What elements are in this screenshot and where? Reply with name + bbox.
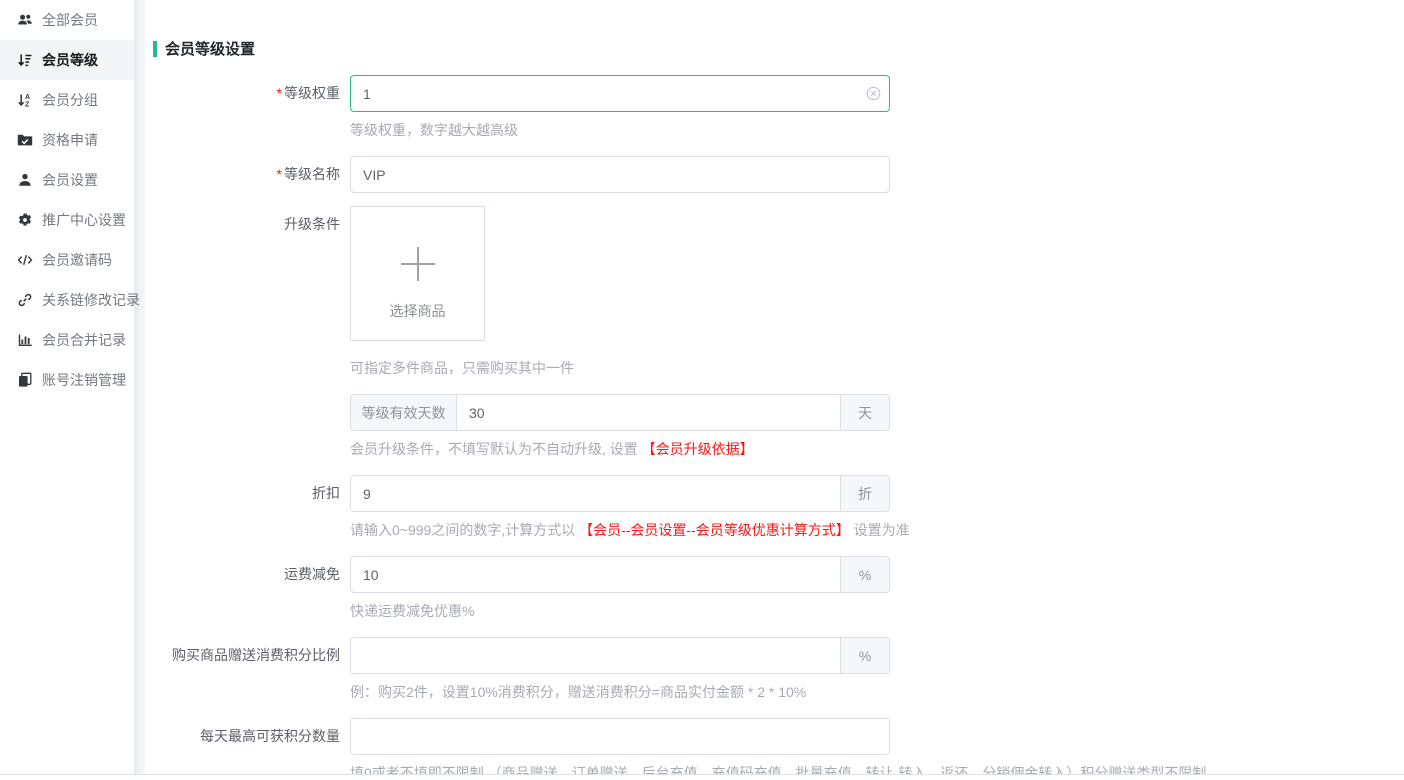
sidebar-item-member-level[interactable]: 会员等级 [0, 40, 134, 80]
valid-days-label [153, 394, 340, 458]
footer-divider [0, 774, 1404, 780]
page-title: 会员等级设置 [153, 38, 1404, 59]
discount-input[interactable] [350, 475, 841, 512]
form-item-points-ratio: 购买商品赠送消费积分比例 % 例：购买2件，设置10%消费积分，赠送消费积分=商… [153, 637, 1404, 701]
form-item-level-weight: *等级权重 等级权重，数字越大越高级 [153, 75, 1404, 139]
form-item-upgrade-condition: 升级条件 选择商品 可指定多件商品，只需购买其中一件 [153, 206, 1404, 377]
sidebar-item-qualification[interactable]: 资格申请 [0, 120, 134, 160]
level-name-input[interactable] [350, 156, 890, 193]
page-title-text: 会员等级设置 [165, 38, 255, 59]
daily-points-cap-input[interactable] [350, 718, 890, 755]
sidebar-item-label: 会员邀请码 [42, 250, 112, 270]
sidebar-item-label: 关系链修改记录 [42, 290, 140, 310]
points-ratio-help: 例：购买2件，设置10%消费积分，赠送消费积分=商品实付金额 * 2 * 10% [350, 683, 806, 701]
discount-label: 折扣 [153, 475, 340, 539]
shipping-discount-input[interactable] [350, 556, 841, 593]
valid-days-input[interactable] [456, 394, 841, 431]
code-icon [17, 252, 33, 268]
upgrade-condition-label: 升级条件 [153, 206, 340, 377]
form-item-valid-days: 等级有效天数 天 会员升级条件，不填写默认为不自动升级, 设置 【会员升级依据】 [153, 394, 1404, 458]
sidebar-item-label: 账号注销管理 [42, 370, 126, 390]
sidebar-item-promotion-settings[interactable]: 推广中心设置 [0, 200, 134, 240]
plus-icon [401, 247, 435, 281]
sidebar-item-member-settings[interactable]: 会员设置 [0, 160, 134, 200]
valid-days-help: 会员升级条件，不填写默认为不自动升级, 设置 【会员升级依据】 [350, 440, 754, 458]
form-item-shipping-discount: 运费减免 % 快递运费减免优惠% [153, 556, 1404, 620]
sidebar-item-label: 会员分组 [42, 90, 98, 110]
select-goods-label: 选择商品 [390, 301, 446, 321]
sidebar-item-label: 资格申请 [42, 130, 98, 150]
sidebar-item-label: 推广中心设置 [42, 210, 126, 230]
folder-check-icon [17, 132, 33, 148]
sidebar-item-label: 会员等级 [42, 50, 98, 70]
users-icon [17, 12, 33, 28]
svg-text:Z: Z [25, 102, 30, 108]
sidebar-item-invite-code[interactable]: 会员邀请码 [0, 240, 134, 280]
daily-points-cap-label: 每天最高可获积分数量 [153, 718, 340, 780]
discount-calc-link[interactable]: 【会员--会员设置--会员等级优惠计算方式】 [579, 522, 850, 538]
sidebar-item-all-members[interactable]: 全部会员 [0, 0, 134, 40]
points-ratio-label: 购买商品赠送消费积分比例 [153, 637, 340, 701]
upgrade-condition-help: 可指定多件商品，只需购买其中一件 [350, 359, 574, 377]
sidebar: 全部会员 会员等级 AZ 会员分组 资格申请 会员设置 推广中心设置 会员邀请 [0, 0, 134, 780]
form-item-discount: 折扣 折 请输入0~999之间的数字,计算方式以 【会员--会员设置--会员等级… [153, 475, 1404, 539]
shipping-discount-label: 运费减免 [153, 556, 340, 620]
sidebar-item-member-group[interactable]: AZ 会员分组 [0, 80, 134, 120]
form-item-level-name: *等级名称 [153, 156, 1404, 193]
sidebar-item-merge-log[interactable]: 会员合并记录 [0, 320, 134, 360]
form-item-daily-points-cap: 每天最高可获积分数量 填0或者不填即不限制,（商品赠送、订单赠送、后台充值、充值… [153, 718, 1404, 780]
sidebar-shadow-gap [134, 0, 145, 780]
level-weight-help: 等级权重，数字越大越高级 [350, 121, 518, 139]
svg-text:A: A [25, 94, 30, 101]
sidebar-item-account-cancel[interactable]: 账号注销管理 [0, 360, 134, 400]
sort-alpha-icon: AZ [17, 92, 33, 108]
upgrade-basis-link[interactable]: 【会员升级依据】 [642, 441, 754, 457]
required-mark: * [277, 166, 282, 182]
title-accent-bar [153, 41, 157, 57]
shipping-discount-help: 快递运费减免优惠% [350, 602, 474, 620]
sidebar-item-label: 会员设置 [42, 170, 98, 190]
discount-unit: 折 [841, 475, 890, 512]
sort-amount-icon [17, 52, 33, 68]
clear-input-icon[interactable] [866, 86, 881, 101]
points-ratio-unit: % [841, 637, 890, 674]
copy-icon [17, 372, 33, 388]
member-level-form: *等级权重 等级权重，数字越大越高级 *等级名称 升级条件 [153, 75, 1404, 780]
select-goods-button[interactable]: 选择商品 [350, 206, 485, 341]
level-weight-label: *等级权重 [153, 75, 340, 139]
valid-days-prepend: 等级有效天数 [350, 394, 456, 431]
level-name-label: *等级名称 [153, 156, 340, 193]
points-ratio-input[interactable] [350, 637, 841, 674]
user-icon [17, 172, 33, 188]
sidebar-item-relation-log[interactable]: 关系链修改记录 [0, 280, 134, 320]
gear-icon [17, 212, 33, 228]
valid-days-unit: 天 [841, 394, 890, 431]
sidebar-item-label: 会员合并记录 [42, 330, 126, 350]
link-icon [17, 292, 33, 308]
sidebar-item-label: 全部会员 [42, 10, 98, 30]
required-mark: * [277, 85, 282, 101]
bar-chart-icon [17, 332, 33, 348]
discount-help: 请输入0~999之间的数字,计算方式以 【会员--会员设置--会员等级优惠计算方… [350, 521, 910, 539]
member-level-settings-panel: 会员等级设置 *等级权重 等级权重，数字越大越高级 *等级名称 [145, 0, 1404, 780]
shipping-discount-unit: % [841, 556, 890, 593]
level-weight-input[interactable] [350, 75, 890, 112]
